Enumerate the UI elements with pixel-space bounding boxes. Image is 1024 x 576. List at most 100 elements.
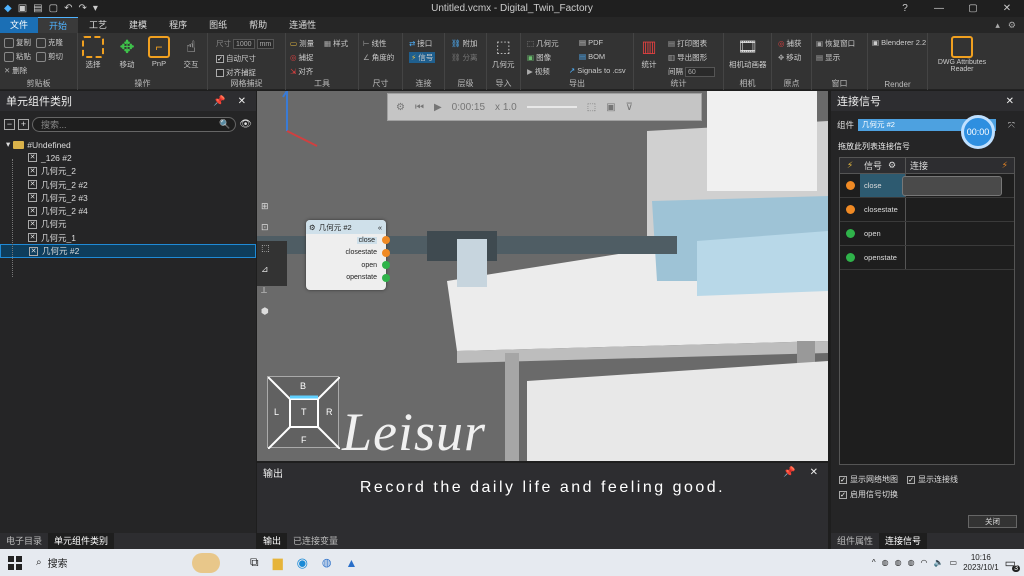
tab-ecatalog[interactable]: 电子目录 [0,533,48,549]
clone-button[interactable]: 克隆 [36,37,63,48]
signal-row[interactable]: open [840,222,1014,246]
tab-drawing[interactable]: 图纸 [198,17,238,33]
tree-item[interactable]: ✕ 几何元_2 #4 [0,204,256,217]
tree-item[interactable]: ✕ 几何元_1 [0,231,256,244]
view-tool-box-icon[interactable]: ⊡ [261,222,270,233]
angle-dimension-button[interactable]: ∠ 角度的 [363,52,394,63]
tab-component-properties[interactable]: 组件属性 [831,533,879,549]
component-visibility-icon[interactable]: ✕ [28,219,37,229]
detach-button[interactable]: ⛓ 分离 [451,52,478,63]
enable-switch-checkbox[interactable]: ✓ [839,490,847,499]
component-visibility-icon[interactable]: ✕ [29,246,38,256]
3d-viewport[interactable]: ⚙ ⏮ ▶ 0:00:15 x 1.0 ⬚ ▣ ⊽ ⊞ ⊡ ⬚ ⊿ ⟂ ⬢ B … [257,91,828,461]
redo-icon[interactable]: ↷ [78,3,86,14]
copy-button[interactable]: 复制 [4,37,31,48]
align-button[interactable]: ⇲ 对齐 [290,66,313,77]
signal-button[interactable]: ⚡ 信号 [409,52,436,63]
signal-connection-cell[interactable] [906,198,1014,221]
style-button[interactable]: ▦ 样式 [324,38,348,49]
stats-button[interactable]: ▥ 统计 [638,36,660,70]
ribbon-collapse-icon[interactable]: ▴ [995,20,1000,31]
tab-process[interactable]: 工艺 [78,17,118,33]
tab-help[interactable]: 帮助 [238,17,278,33]
output-pin-icon[interactable]: 📌 [783,467,795,478]
cube-face-back[interactable]: B [300,381,306,391]
tree-item[interactable]: ✕ 几何元_2 #3 [0,191,256,204]
connection-drop-target[interactable] [902,175,1002,196]
show-network-checkbox[interactable]: ✓ [839,475,847,484]
tab-connected-variables[interactable]: 已连接变量 [287,533,344,549]
show-button[interactable]: ▤ 显示 [816,52,840,63]
signal-port-icon[interactable] [382,273,390,282]
speed-slider[interactable] [526,106,577,108]
measure-button[interactable]: ▭ 测量 [290,38,314,49]
view-tool-ortho-icon[interactable]: ⬚ [261,243,270,254]
show-hint-checkbox[interactable]: ✓ [907,475,915,484]
export-geometry-button[interactable]: ⬚ 几何元 [527,38,559,49]
tab-home[interactable]: 开始 [38,17,79,33]
header-flash-icon[interactable]: ⚡ [1002,160,1014,171]
start-button[interactable] [0,555,30,570]
battery-icon[interactable]: ▭ [950,558,958,567]
save-icon[interactable]: ▣ [18,3,27,14]
camera-animator-button[interactable]: 🎞 相机动画器 [729,36,767,70]
interact-button[interactable]: ☝ 交互 [180,36,202,70]
view-tool-section-icon[interactable]: ⊿ [261,264,270,275]
tree-item[interactable]: ▾ #Undefined [0,138,256,151]
card-signal-row[interactable]: closestate [306,247,390,260]
qat-menu-icon[interactable]: ▾ [93,3,98,14]
signal-card[interactable]: ⚙ 几何元 #2 « close closestate open openstate [306,220,390,290]
tab-modeling[interactable]: 建模 [118,17,158,33]
export-chart-button[interactable]: ▥ 导出图形 [668,52,707,63]
signal-row[interactable]: close [840,174,1014,198]
taskbar-search[interactable]: ⌕ 搜索 [30,552,220,573]
interface-button[interactable]: ⇄ 接口 [409,38,432,49]
snapshot-icon[interactable]: ⬚ [587,102,596,113]
card-signal-row[interactable]: close [306,234,390,247]
tab-file[interactable]: 文件 [0,17,39,33]
tray-icon-1[interactable]: ◍ [882,558,889,567]
cut-button[interactable]: 剪切 [36,51,63,62]
tab-program[interactable]: 程序 [158,17,198,33]
pin-icon[interactable]: 📌 [213,96,225,107]
tab-connectivity[interactable]: 连通性 [278,17,327,33]
tray-icon-3[interactable]: ◍ [908,558,915,567]
snap-button[interactable]: ◎ 捕捉 [290,52,314,63]
component-visibility-icon[interactable]: ✕ [28,193,37,203]
export-image-button[interactable]: ▣ 图像 [527,52,551,63]
tab-connect-signals[interactable]: 连接信号 [879,533,928,549]
restore-window-button[interactable]: ▣ 恢复窗口 [816,38,855,49]
component-visibility-icon[interactable]: ✕ [28,180,37,190]
minimize-button[interactable]: — [922,0,956,17]
import-geometry-button[interactable]: ⬚ 几何元 [492,36,515,70]
reset-icon[interactable]: ⏮ [415,102,424,113]
interval-field[interactable]: 间隔 60 [668,66,715,77]
print-chart-button[interactable]: ▤ 打印图表 [668,38,707,49]
export-bom-button[interactable]: ▤ BOM [579,52,605,61]
linear-dimension-button[interactable]: ⊢ 线性 [363,38,387,49]
card-signal-row[interactable]: openstate [306,272,390,285]
card-signal-row[interactable]: open [306,259,390,272]
help-icon[interactable]: ? [888,0,922,17]
new-icon[interactable]: ▢ [49,3,58,14]
cube-face-left[interactable]: L [274,407,279,417]
component-visibility-icon[interactable]: ✕ [28,206,37,216]
blenderer-button[interactable]: ▣ Blenderer 2.2 [872,38,926,47]
volume-icon[interactable]: 🔈 [934,558,944,567]
tree-item[interactable]: ✕ 几何元 #2 [0,244,256,258]
signal-row[interactable]: openstate [840,246,1014,270]
export-video-button[interactable]: ▶ 视频 [527,66,550,77]
task-view-icon[interactable]: ⧉ [250,555,259,570]
tray-expand-icon[interactable]: ^ [872,558,876,567]
signal-connection-cell[interactable] [906,222,1014,245]
attach-button[interactable]: ⛓ 附加 [451,38,478,49]
move-origin-button[interactable]: ✥ 移动 [778,52,801,63]
tree-item[interactable]: ✕ 几何元_2 #2 [0,178,256,191]
export-signals-csv-button[interactable]: ↗ Signals to .csv [569,66,626,75]
tab-component-category[interactable]: 单元组件类别 [48,533,115,549]
signal-port-icon[interactable] [382,248,390,257]
visual-components-icon[interactable]: ▲ [346,556,358,570]
edge-icon[interactable]: ◉ [297,555,308,571]
paste-button[interactable]: 粘贴 [4,51,31,62]
pick-component-icon[interactable]: ⤧ [1008,120,1015,131]
